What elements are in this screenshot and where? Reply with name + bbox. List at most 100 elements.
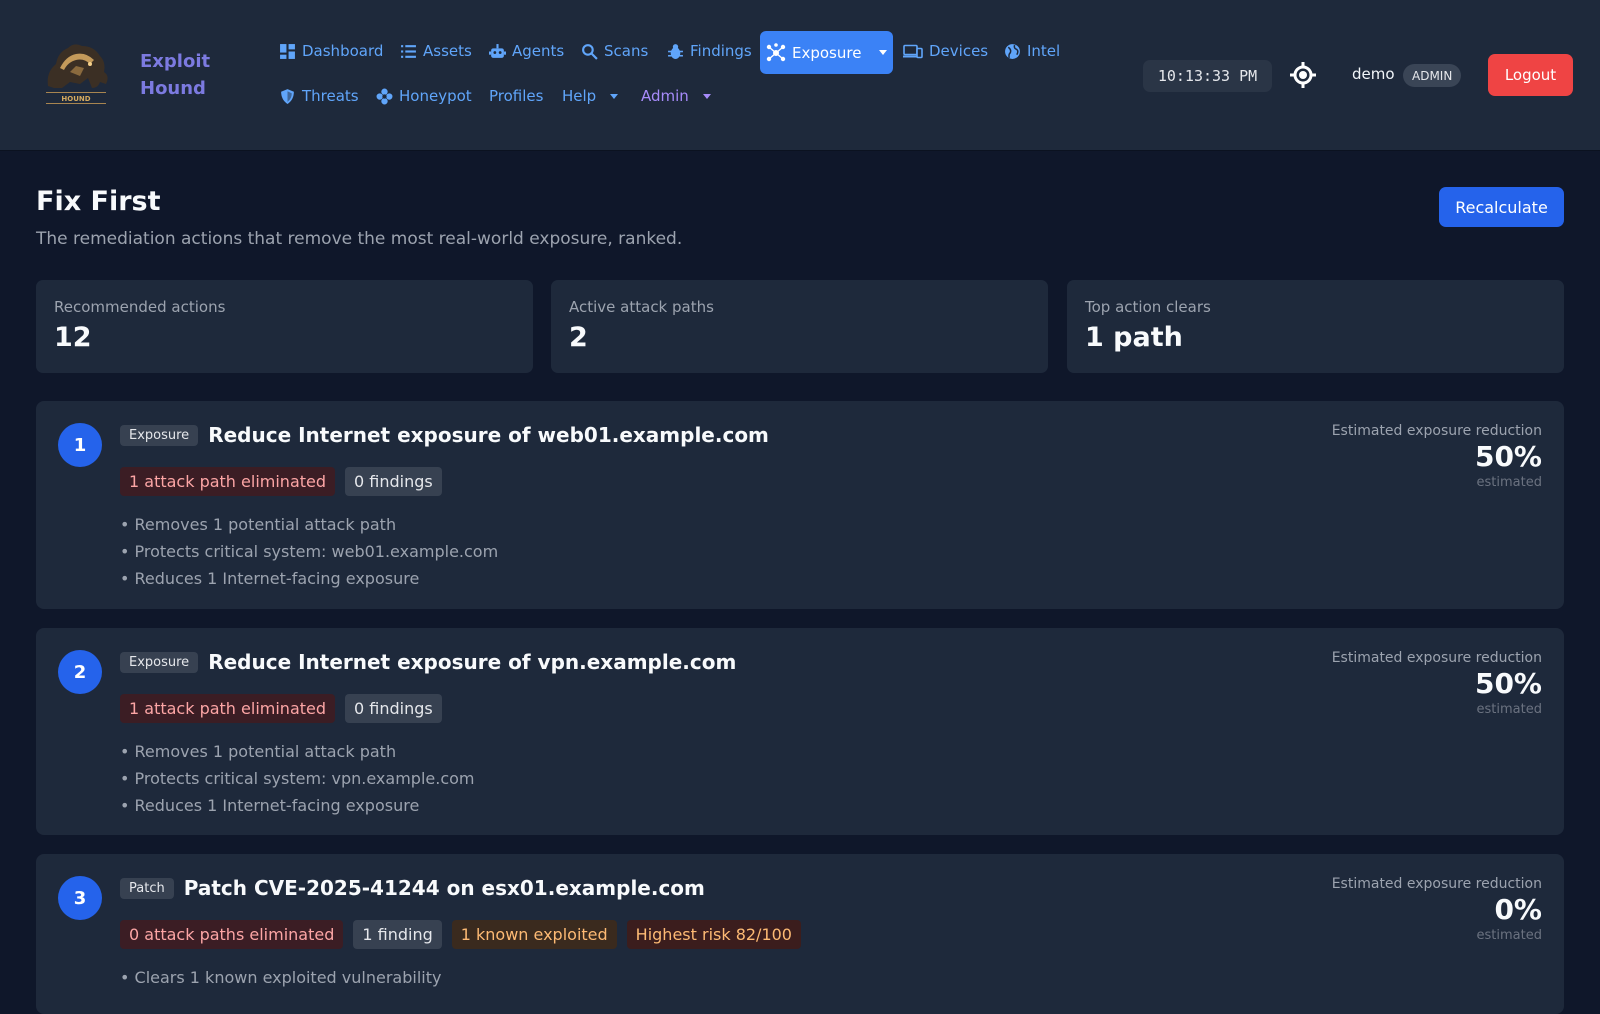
nav-findings[interactable]: Findings bbox=[667, 38, 752, 64]
user-name: demo bbox=[1352, 65, 1395, 83]
reduction-label: Estimated exposure reduction bbox=[1331, 423, 1542, 439]
findings-chip: 0 findings bbox=[345, 694, 442, 723]
benefit-item: • Clears 1 known exploited vulnerability bbox=[120, 968, 442, 987]
theme-toggle-icon[interactable] bbox=[1289, 61, 1317, 89]
hound-logo[interactable]: HOUND bbox=[40, 38, 112, 106]
benefit-list: • Removes 1 potential attack path • Prot… bbox=[120, 511, 498, 592]
role-badge: ADMIN bbox=[1403, 64, 1462, 87]
nav-scans[interactable]: Scans bbox=[581, 38, 648, 64]
action-title: Reduce Internet exposure of web01.exampl… bbox=[208, 423, 769, 447]
known-exploited-chip: 1 known exploited bbox=[451, 920, 617, 949]
action-title: Reduce Internet exposure of vpn.example.… bbox=[208, 650, 737, 674]
type-badge: Exposure bbox=[120, 424, 199, 446]
attack-paths-chip: 1 attack path eliminated bbox=[120, 467, 336, 496]
action-title: Patch CVE-2025-41244 on esx01.example.co… bbox=[183, 876, 705, 900]
chevron-down-icon bbox=[702, 93, 711, 99]
benefit-item: • Protects critical system: web01.exampl… bbox=[120, 542, 499, 561]
grid-icon bbox=[280, 43, 295, 59]
nav-honeypot-label: Honeypot bbox=[399, 87, 472, 105]
highest-risk-chip: Highest risk 82/100 bbox=[626, 920, 801, 949]
nav-profiles-label: Profiles bbox=[489, 87, 544, 105]
nav-threats[interactable]: Threats bbox=[279, 83, 359, 109]
flower-icon bbox=[376, 88, 393, 104]
nav-help[interactable]: Help bbox=[562, 83, 619, 109]
reduction-label: Estimated exposure reduction bbox=[1331, 876, 1542, 892]
action-card-1[interactable]: 1 Exposure Reduce Internet exposure of w… bbox=[36, 401, 1564, 609]
reduction-value: 0% bbox=[1494, 893, 1542, 926]
nav-threats-label: Threats bbox=[302, 87, 359, 105]
benefit-list: • Removes 1 potential attack path • Prot… bbox=[120, 738, 474, 819]
brand-name[interactable]: Exploit Hound bbox=[140, 48, 250, 102]
nav-intel[interactable]: Intel bbox=[1004, 38, 1060, 64]
nav-help-label: Help bbox=[562, 87, 597, 105]
exposure-reduction: Estimated exposure reduction 0% estimate… bbox=[1332, 876, 1542, 943]
reduction-value: 50% bbox=[1474, 440, 1542, 473]
nav-devices-label: Devices bbox=[929, 42, 989, 60]
benefit-item: • Removes 1 potential attack path bbox=[120, 515, 397, 534]
nav-dashboard-label: Dashboard bbox=[302, 42, 384, 60]
reduction-note: estimated bbox=[1476, 475, 1542, 490]
nav-findings-label: Findings bbox=[690, 42, 752, 60]
type-badge: Exposure bbox=[120, 651, 199, 673]
nav-intel-label: Intel bbox=[1027, 42, 1061, 60]
benefit-item: • Removes 1 potential attack path bbox=[120, 742, 397, 761]
logout-button[interactable]: Logout bbox=[1488, 54, 1573, 96]
findings-chip: 1 finding bbox=[353, 920, 442, 949]
benefit-list: • Clears 1 known exploited vulnerability bbox=[120, 964, 441, 991]
rank-badge: 3 bbox=[58, 876, 102, 920]
stat-label: Top action clears bbox=[1085, 298, 1211, 316]
page-subtitle: The remediation actions that remove the … bbox=[36, 229, 683, 249]
chevron-down-icon bbox=[879, 50, 888, 55]
devices-icon bbox=[903, 44, 923, 58]
stat-value: 2 bbox=[569, 322, 588, 353]
stat-label: Recommended actions bbox=[54, 298, 226, 316]
nav-profiles[interactable]: Profiles bbox=[489, 83, 543, 109]
nav-agents-label: Agents bbox=[512, 42, 565, 60]
reduction-note: estimated bbox=[1476, 928, 1542, 943]
action-card-3[interactable]: 3 Patch Patch CVE-2025-41244 on esx01.ex… bbox=[36, 854, 1564, 1014]
reduction-note: estimated bbox=[1476, 702, 1542, 717]
benefit-item: • Protects critical system: vpn.example.… bbox=[120, 769, 475, 788]
nav-scans-label: Scans bbox=[604, 42, 649, 60]
rank-badge: 2 bbox=[58, 650, 102, 694]
action-card-2[interactable]: 2 Exposure Reduce Internet exposure of v… bbox=[36, 628, 1564, 835]
nav-admin-label: Admin bbox=[641, 87, 689, 105]
list-icon bbox=[401, 44, 416, 58]
nav-assets[interactable]: Assets bbox=[400, 38, 472, 64]
brand-name-line1: Exploit bbox=[140, 51, 211, 72]
stat-card-recommended-actions: Recommended actions 12 bbox=[36, 280, 533, 373]
nav-dashboard[interactable]: Dashboard bbox=[279, 38, 383, 64]
chevron-down-icon bbox=[610, 93, 619, 99]
stat-card-top-action-clears: Top action clears 1 path bbox=[1067, 280, 1564, 373]
reduction-value: 50% bbox=[1474, 667, 1542, 700]
reduction-label: Estimated exposure reduction bbox=[1331, 650, 1542, 666]
page-title: Fix First bbox=[36, 186, 161, 217]
stat-value: 12 bbox=[54, 322, 92, 353]
rank-badge: 1 bbox=[58, 423, 102, 467]
clock-display: 10:13:33 PM bbox=[1143, 60, 1272, 92]
nav-assets-label: Assets bbox=[423, 42, 472, 60]
brand-name-line2: Hound bbox=[140, 78, 206, 99]
findings-chip: 0 findings bbox=[345, 467, 442, 496]
nav-devices[interactable]: Devices bbox=[903, 38, 988, 64]
globe-icon bbox=[1005, 43, 1020, 59]
exposure-reduction: Estimated exposure reduction 50% estimat… bbox=[1332, 650, 1542, 717]
top-navbar: HOUND Exploit Hound Dashboard Assets Age… bbox=[0, 0, 1600, 151]
bug-icon bbox=[668, 43, 683, 59]
attack-paths-chip: 1 attack path eliminated bbox=[120, 694, 336, 723]
stat-label: Active attack paths bbox=[569, 298, 714, 316]
network-icon bbox=[766, 42, 786, 61]
nav-exposure-label: Exposure bbox=[792, 43, 862, 62]
attack-paths-chip: 0 attack paths eliminated bbox=[120, 920, 344, 949]
nav-exposure[interactable]: Exposure bbox=[760, 31, 893, 74]
stat-card-active-attack-paths: Active attack paths 2 bbox=[551, 280, 1048, 373]
recalculate-button[interactable]: Recalculate bbox=[1439, 187, 1564, 227]
nav-agents[interactable]: Agents bbox=[489, 38, 564, 64]
benefit-item: • Reduces 1 Internet-facing exposure bbox=[120, 569, 420, 588]
exposure-reduction: Estimated exposure reduction 50% estimat… bbox=[1332, 423, 1542, 490]
nav-honeypot[interactable]: Honeypot bbox=[376, 83, 472, 109]
nav-admin[interactable]: Admin bbox=[641, 83, 711, 109]
benefit-item: • Reduces 1 Internet-facing exposure bbox=[120, 796, 420, 815]
type-badge: Patch bbox=[120, 877, 174, 899]
logo-text: HOUND bbox=[61, 95, 90, 103]
